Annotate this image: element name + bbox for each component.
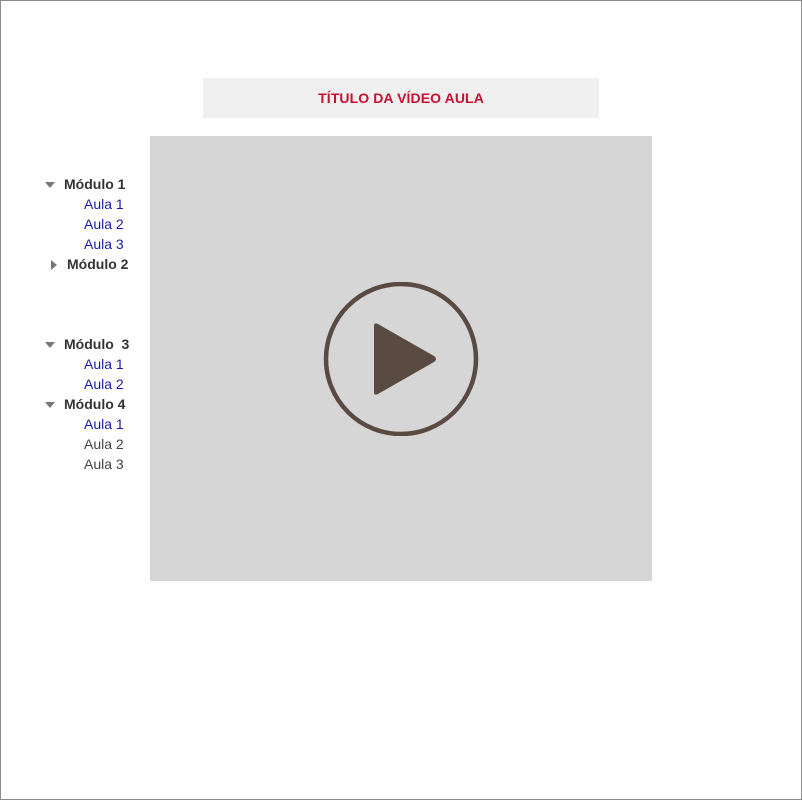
- module-4-lesson-1[interactable]: Aula 1: [84, 414, 124, 434]
- module-1-header[interactable]: Módulo 1: [64, 174, 125, 194]
- module-2-header[interactable]: Módulo 2: [67, 254, 128, 274]
- module-4-lesson-3[interactable]: Aula 3: [84, 454, 124, 474]
- module-1-lesson-2[interactable]: Aula 2: [84, 214, 124, 234]
- module-4-lesson-2[interactable]: Aula 2: [84, 434, 124, 454]
- video-title: TÍTULO DA VÍDEO AULA: [318, 90, 484, 106]
- chevron-down-icon[interactable]: [45, 402, 55, 408]
- module-sidebar: Módulo 1 Aula 1 Aula 2 Aula 3 Módulo 2 M…: [0, 0, 150, 800]
- chevron-down-icon[interactable]: [45, 182, 55, 188]
- module-3-header[interactable]: Módulo 3: [64, 334, 129, 354]
- module-1-lesson-3[interactable]: Aula 3: [84, 234, 124, 254]
- play-circle-icon[interactable]: [322, 282, 480, 436]
- module-3-lesson-2[interactable]: Aula 2: [84, 374, 124, 394]
- module-3-lesson-1[interactable]: Aula 1: [84, 354, 124, 374]
- chevron-down-icon[interactable]: [45, 342, 55, 348]
- video-player[interactable]: [150, 136, 652, 581]
- chevron-right-icon[interactable]: [51, 260, 57, 270]
- title-bar: TÍTULO DA VÍDEO AULA: [203, 78, 599, 118]
- module-4-header[interactable]: Módulo 4: [64, 394, 125, 414]
- module-1-lesson-1[interactable]: Aula 1: [84, 194, 124, 214]
